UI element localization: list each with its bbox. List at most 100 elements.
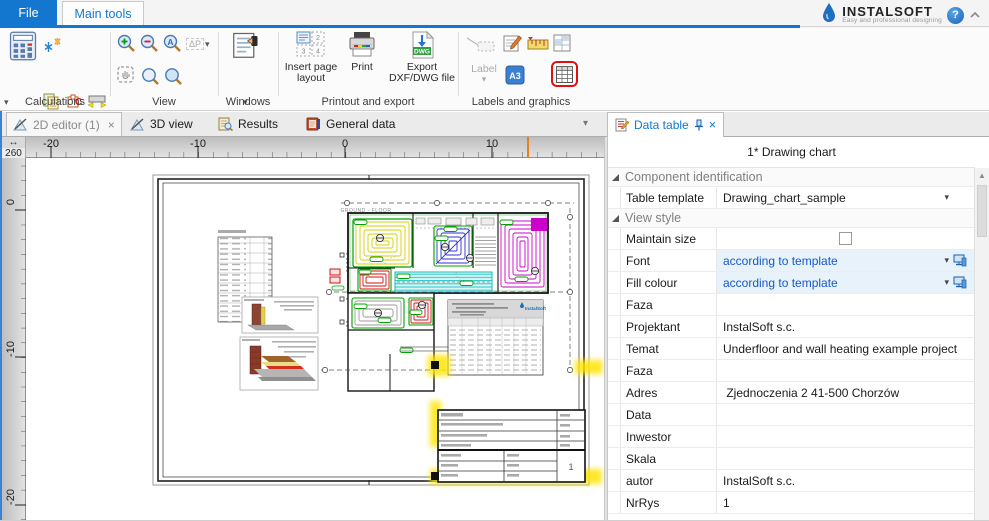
delta-p-button[interactable]: ΔP [186, 38, 204, 50]
v-ruler-label: 0 [5, 187, 17, 217]
svg-text:3: 3 [302, 49, 306, 56]
property-row-autor[interactable]: autor InstalSoft s.c. [608, 470, 975, 492]
zoom-all-icon[interactable]: A [162, 33, 182, 53]
results-icon [218, 117, 233, 131]
zoom-in-icon[interactable] [116, 33, 136, 53]
drawing-canvas[interactable]: GROUND - FLOOR [26, 158, 604, 521]
property-row-table-template[interactable]: Table template Drawing_chart_sample ▾ [608, 187, 975, 209]
scroll-up-icon[interactable]: ▲ [975, 168, 989, 183]
edit-on-screen-icon[interactable] [953, 276, 967, 292]
main-tools-tab[interactable]: Main tools [62, 1, 144, 26]
heating-cooling-icon[interactable] [44, 36, 62, 54]
close-panel-icon[interactable]: × [709, 118, 716, 132]
sheet-number: 1 [568, 462, 573, 472]
document-tab-strip: 2D editor (1) × 3D view Results General … [0, 112, 989, 137]
selected-object-header: 1* Drawing chart [608, 137, 975, 168]
close-tab-icon[interactable]: × [108, 118, 115, 132]
group-caption-printout: Printout and export [278, 96, 458, 108]
3d-view-icon [130, 118, 145, 131]
property-row-projektant[interactable]: Projektant InstalSoft s.c. [608, 316, 975, 338]
property-row-fill-colour[interactable]: Fill colour according to template ▾ [608, 272, 975, 294]
property-row-inwestor[interactable]: Inwestor [608, 426, 975, 448]
ribbon: ▾ C Calculations A ΔP ▾ [0, 28, 989, 111]
dropdown-caret-icon[interactable]: ▾ [944, 255, 949, 266]
maintain-size-checkbox[interactable] [839, 232, 852, 245]
dropdown-caret-icon[interactable]: ▾ [944, 277, 949, 288]
property-row-temat[interactable]: Temat Underfloor and wall heating exampl… [608, 338, 975, 360]
specification-table: InstalSoft [448, 300, 546, 375]
zoom-previous-icon[interactable] [163, 66, 183, 86]
tab-results[interactable]: Results [212, 112, 284, 136]
water-drop-logo-icon [821, 2, 837, 29]
tab-3d-view[interactable]: 3D view [124, 112, 199, 136]
data-table-panel: 1* Drawing chart Component identificatio… [607, 137, 989, 521]
horizontal-ruler[interactable]: -20 -10 0 10 [26, 137, 604, 158]
svg-text:DWG: DWG [414, 49, 430, 56]
group-caption-view: View [110, 96, 218, 108]
panel-scrollbar[interactable]: ▲ [974, 168, 989, 521]
section-component-identification[interactable]: Component identification [608, 168, 975, 187]
property-row-faza-2[interactable]: Faza [608, 360, 975, 382]
dropdown-caret-icon[interactable]: ▾ [944, 192, 949, 203]
pan-view-icon[interactable] [116, 65, 136, 85]
brand-text: INSTALSOFT Easy and professional designi… [842, 6, 942, 24]
data-table-icon [615, 118, 629, 132]
insert-page-layout-button[interactable]: 234 Insert page layout [282, 31, 340, 84]
v-ruler-label: -10 [5, 334, 17, 364]
property-grid: Component identification Table template … [608, 168, 975, 514]
table-list-icon[interactable] [552, 33, 572, 53]
pin-icon[interactable] [694, 119, 704, 131]
calculate-button[interactable] [8, 31, 38, 61]
help-icon[interactable]: ? [947, 7, 964, 24]
export-dxf-dwg-button[interactable]: DWG Export DXF/DWG file [388, 31, 456, 84]
page-format-a3-icon[interactable]: A3 [505, 65, 525, 85]
property-row-faza-1[interactable]: Faza [608, 294, 975, 316]
h-ruler-label: 10 [477, 138, 507, 150]
cursor-position-marker [527, 137, 529, 158]
callout-label-icon[interactable] [466, 36, 496, 54]
annotation-highlight-ring [551, 61, 578, 87]
property-row-nrrys[interactable]: NrRys 1 [608, 492, 975, 514]
file-tab[interactable]: File [0, 0, 57, 26]
spec-table-logo: InstalSoft [525, 306, 546, 311]
svg-text:A: A [167, 37, 173, 47]
svg-text:4: 4 [316, 49, 320, 56]
svg-text:A3: A3 [509, 71, 521, 81]
edit-on-screen-icon[interactable] [953, 254, 967, 270]
label-button[interactable]: Label ▾ [466, 64, 502, 84]
edit-label-icon[interactable] [502, 33, 522, 53]
tab-2d-editor[interactable]: 2D editor (1) × [6, 112, 122, 136]
tab-general-data[interactable]: General data [300, 112, 401, 136]
h-ruler-label: -10 [183, 138, 213, 150]
collapse-ribbon-icon[interactable] [969, 6, 981, 24]
selection-handle[interactable] [431, 361, 439, 369]
svg-text:2: 2 [316, 35, 320, 42]
v-ruler-label: -20 [5, 482, 17, 512]
property-row-skala[interactable]: Skala [608, 448, 975, 470]
section-view-style[interactable]: View style [608, 209, 975, 228]
zoom-out-icon[interactable] [139, 33, 159, 53]
property-row-maintain-size[interactable]: Maintain size [608, 228, 975, 250]
group-caption-windows: Windows [218, 96, 278, 108]
dimension-ruler-icon[interactable] [527, 36, 549, 52]
group-caption-labels: Labels and graphics [458, 96, 584, 108]
windows-icon[interactable] [230, 31, 260, 61]
delta-p-caret[interactable]: ▾ [205, 40, 210, 49]
zoom-window-icon[interactable] [140, 66, 160, 86]
vertical-ruler[interactable]: 0 -10 -20 [2, 158, 26, 521]
tab-list-caret[interactable]: ▾ [583, 118, 588, 129]
horizontal-resize-icon: ↔ [9, 137, 19, 148]
tab-data-table[interactable]: Data table × [607, 112, 724, 137]
brand-area: INSTALSOFT Easy and professional designi… [821, 2, 981, 28]
wall-detail-view [242, 297, 318, 333]
group-caption-calculations: Calculations [0, 96, 110, 108]
selection-handle[interactable] [431, 472, 439, 480]
h-ruler-label: -20 [36, 138, 66, 150]
expander-icon[interactable] [612, 174, 619, 181]
scrollbar-thumb[interactable] [977, 185, 987, 237]
property-row-data[interactable]: Data [608, 404, 975, 426]
property-row-font[interactable]: Font according to template ▾ [608, 250, 975, 272]
property-row-adres[interactable]: Adres Zjednoczenia 2 41-500 Chorzów [608, 382, 975, 404]
print-button[interactable]: Print [341, 31, 383, 73]
expander-icon[interactable] [612, 215, 619, 222]
